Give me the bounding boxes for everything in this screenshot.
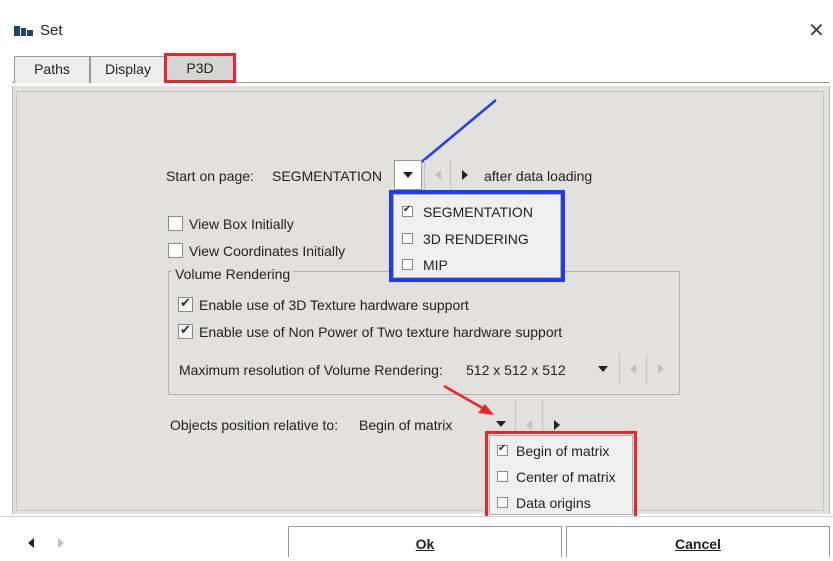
volume-rendering-title: Volume Rendering	[172, 266, 294, 282]
option-checkbox	[402, 259, 413, 270]
option-checkbox	[497, 471, 508, 482]
close-icon[interactable]: ✕	[808, 18, 825, 43]
tab-paths[interactable]: Paths	[14, 56, 90, 83]
app-icon	[14, 24, 34, 41]
footer-prev-icon[interactable]	[22, 528, 40, 558]
max-resolution-prev-icon[interactable]	[624, 354, 642, 384]
objects-position-label: Objects position relative to:	[170, 417, 339, 433]
next-page-icon[interactable]	[456, 160, 474, 190]
title-bar	[0, 0, 833, 46]
separator	[646, 354, 647, 384]
max-resolution-label: Maximum resolution of Volume Rendering:	[179, 362, 443, 378]
separator	[450, 160, 451, 190]
objects-position-option-begin[interactable]: Begin of matrix	[516, 443, 609, 459]
prev-page-icon[interactable]	[429, 160, 447, 190]
npot-checkbox[interactable]	[178, 322, 193, 339]
option-checkbox	[402, 204, 413, 217]
texture-3d-checkbox[interactable]	[178, 295, 193, 312]
cancel-button[interactable]: Cancel	[566, 526, 830, 557]
start-page-dropdown-button[interactable]	[394, 160, 422, 190]
option-checkbox	[497, 443, 508, 456]
footer-next-icon[interactable]	[52, 528, 70, 558]
tab-p3d[interactable]: P3D	[164, 53, 236, 83]
start-page-label: Start on page:	[166, 168, 254, 184]
footer-divider	[0, 516, 833, 517]
objects-position-option-origins[interactable]: Data origins	[516, 495, 591, 511]
separator	[515, 400, 516, 430]
objects-position-option-center[interactable]: Center of matrix	[516, 469, 616, 485]
start-page-value: SEGMENTATION	[272, 168, 382, 184]
option-checkbox	[497, 497, 508, 508]
start-page-option-3d-rendering[interactable]: 3D RENDERING	[423, 231, 529, 247]
separator	[619, 354, 620, 384]
cancel-button-label: Cancel	[675, 536, 721, 552]
max-resolution-dropdown-icon[interactable]	[594, 354, 612, 384]
objects-position-value: Begin of matrix	[359, 417, 453, 433]
option-checkbox	[402, 233, 413, 244]
start-page-suffix: after data loading	[484, 168, 593, 184]
max-resolution-next-icon[interactable]	[652, 354, 670, 384]
view-coordinates-checkbox[interactable]	[168, 243, 183, 258]
view-coordinates-label: View Coordinates Initially	[189, 243, 346, 259]
view-box-label: View Box Initially	[189, 216, 294, 232]
view-box-checkbox[interactable]	[168, 216, 183, 231]
start-page-option-segmentation[interactable]: SEGMENTATION	[423, 204, 533, 220]
window-title: Set	[40, 22, 63, 39]
ok-button[interactable]: Ok	[288, 526, 562, 557]
texture-3d-label: Enable use of 3D Texture hardware suppor…	[199, 297, 469, 313]
tab-display[interactable]: Display	[90, 56, 166, 83]
start-page-option-mip[interactable]: MIP	[423, 257, 448, 273]
separator	[424, 160, 425, 190]
npot-label: Enable use of Non Power of Two texture h…	[199, 324, 563, 340]
ok-button-label: Ok	[415, 536, 435, 552]
annotation-arrow-red	[443, 384, 494, 415]
separator	[542, 400, 543, 430]
max-resolution-value: 512 x 512 x 512	[466, 362, 566, 378]
